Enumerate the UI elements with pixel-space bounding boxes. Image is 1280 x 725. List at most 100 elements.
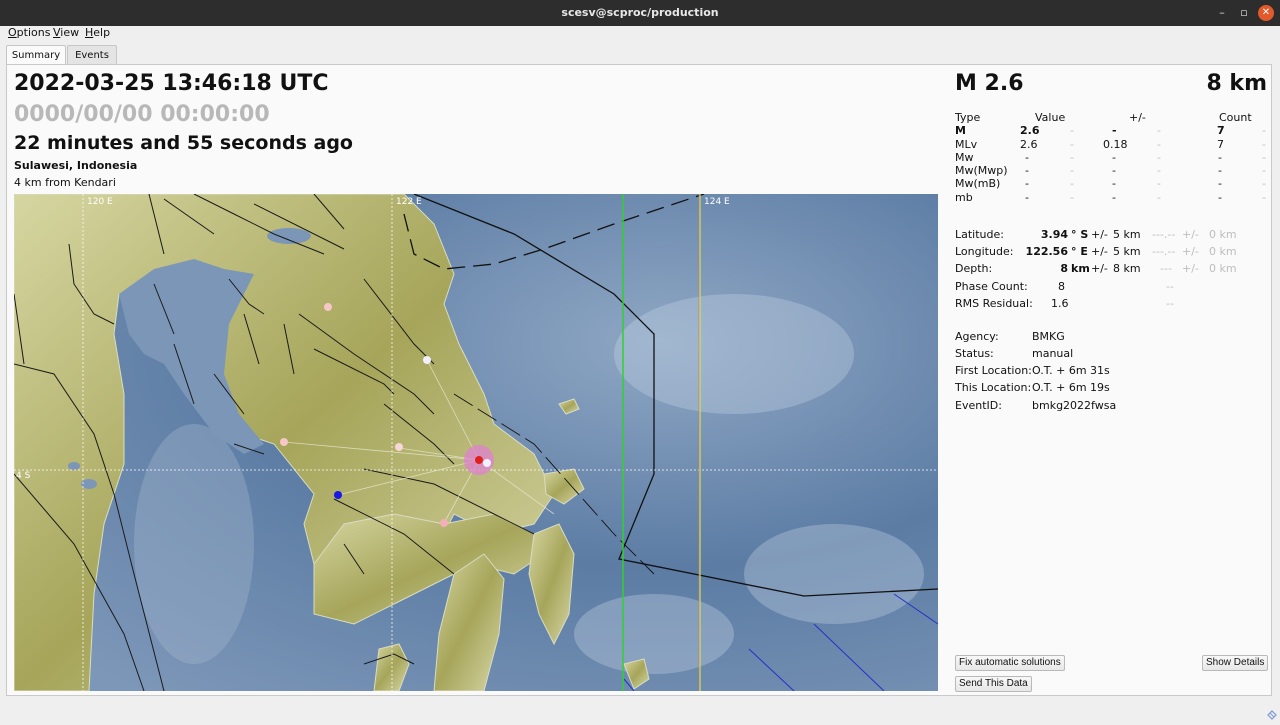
longitude-value: 122.56 xyxy=(1025,245,1068,258)
magnitude-row[interactable]: Mw - - - - - - xyxy=(955,151,1267,164)
show-details-button[interactable]: Show Details xyxy=(1202,655,1269,671)
latitude-ref-error: 0 km xyxy=(1209,228,1237,241)
separator: - xyxy=(1070,124,1074,138)
event-id-value: bmkg2022fwsa xyxy=(1032,399,1117,412)
separator: - xyxy=(1070,164,1074,178)
mag-uncertainty: - xyxy=(1112,190,1116,204)
menu-options-mnemonic: O xyxy=(8,26,17,39)
mag-count: - xyxy=(1218,164,1222,178)
depth-ref: --- xyxy=(1160,262,1172,275)
longitude-ref-pm: +/- xyxy=(1182,245,1199,258)
lake xyxy=(68,462,80,470)
depth-ref-error: 0 km xyxy=(1209,262,1237,275)
station-marker[interactable] xyxy=(395,443,403,451)
longitude-label: Longitude: xyxy=(955,245,1014,258)
longitude-error: 5 km xyxy=(1113,245,1141,258)
depth-label: Depth: xyxy=(955,262,993,275)
magnitude-row[interactable]: M 2.6 - - - 7 - xyxy=(955,124,1267,137)
mag-count: 7 xyxy=(1217,124,1225,138)
phase-count-value: 8 xyxy=(1058,280,1065,293)
latitude-unit: ° S xyxy=(1071,228,1089,241)
first-location-value: O.T. + 6m 31s xyxy=(1032,364,1110,377)
rms-residual-value: 1.6 xyxy=(1051,297,1069,310)
mag-uncertainty: - xyxy=(1112,124,1117,138)
station-marker[interactable] xyxy=(483,459,491,467)
longitude-unit: ° E xyxy=(1071,245,1088,258)
epicenter-marker[interactable] xyxy=(475,456,483,464)
mag-count: 7 xyxy=(1217,137,1224,151)
grid-label-122e: 122 E xyxy=(396,197,422,207)
depth-value: 8 xyxy=(1060,262,1068,275)
separator: - xyxy=(1262,150,1266,164)
fix-automatic-solutions-button[interactable]: Fix automatic solutions xyxy=(955,655,1065,671)
this-location-label: This Location: xyxy=(955,381,1032,394)
event-id-label: EventID: xyxy=(955,399,1002,412)
phase-count-label: Phase Count: xyxy=(955,280,1028,293)
local-time: 0000/00/00 00:00:00 xyxy=(14,102,270,127)
grid-label-124e: 124 E xyxy=(704,197,730,207)
separator: - xyxy=(1262,177,1266,191)
mag-value: - xyxy=(1025,177,1029,191)
this-location-value: O.T. + 6m 19s xyxy=(1032,381,1110,394)
separator: - xyxy=(1070,177,1074,191)
station-marker-blue[interactable] xyxy=(334,491,342,499)
mag-uncertainty: - xyxy=(1112,177,1116,191)
station-marker[interactable] xyxy=(440,519,448,527)
mag-type: Mw(Mwp) xyxy=(955,164,1008,178)
tab-events[interactable]: Events xyxy=(67,45,117,65)
separator: - xyxy=(1262,164,1266,178)
rms-residual-ref: -- xyxy=(1166,297,1174,310)
maximize-button[interactable]: ▫ xyxy=(1234,0,1254,26)
origin-time: 2022-03-25 13:46:18 UTC xyxy=(14,71,329,96)
latitude-value: 3.94 xyxy=(1040,228,1068,241)
mag-value: - xyxy=(1025,164,1029,178)
separator: - xyxy=(1157,150,1161,164)
menu-options[interactable]: Options xyxy=(8,26,50,39)
station-marker[interactable] xyxy=(423,356,431,364)
mag-uncertainty: 0.18 xyxy=(1103,137,1128,151)
menu-help[interactable]: Help xyxy=(85,26,110,39)
header-count: Count xyxy=(1219,111,1252,124)
elapsed-time: 22 minutes and 55 seconds ago xyxy=(14,132,353,154)
header-value: Value xyxy=(1035,111,1066,124)
send-this-data-button[interactable]: Send This Data xyxy=(955,676,1032,692)
mag-count: - xyxy=(1218,190,1222,204)
menu-view[interactable]: View xyxy=(53,26,79,39)
separator: - xyxy=(1262,124,1266,138)
separator: - xyxy=(1262,190,1266,204)
header-uncertainty: +/- xyxy=(1129,111,1146,124)
separator: - xyxy=(1070,137,1074,151)
nearest-city: 4 km from Kendari xyxy=(14,176,116,189)
latitude-label: Latitude: xyxy=(955,228,1004,241)
mag-count: - xyxy=(1218,150,1222,164)
latitude-error: 5 km xyxy=(1113,228,1141,241)
magnitude-table-header: Type Value +/- Count xyxy=(955,111,1267,124)
separator: - xyxy=(1157,190,1161,204)
mag-type: Mw xyxy=(955,150,974,164)
magnitude-row[interactable]: Mw(Mwp) - - - - - - xyxy=(955,164,1267,177)
separator: - xyxy=(1262,137,1266,151)
minimize-button[interactable]: – xyxy=(1212,0,1232,26)
status-value: manual xyxy=(1032,347,1074,360)
mag-value: - xyxy=(1025,150,1029,164)
station-marker[interactable] xyxy=(280,438,288,446)
rms-residual-label: RMS Residual: xyxy=(955,297,1033,310)
longitude-pm: +/- xyxy=(1091,245,1108,258)
header-type: Type xyxy=(955,111,981,124)
longitude-ref: ---.-- xyxy=(1152,245,1176,258)
mag-type: M xyxy=(955,124,966,138)
magnitude-row[interactable]: MLv 2.6 - 0.18 - 7 - xyxy=(955,138,1267,151)
station-marker[interactable] xyxy=(324,303,332,311)
map-canvas[interactable]: 120 E 122 E 124 E 4 S xyxy=(14,194,938,691)
close-button[interactable]: ✕ xyxy=(1258,5,1274,21)
magnitude-row[interactable]: mb - - - - - - xyxy=(955,191,1267,204)
event-map[interactable]: 120 E 122 E 124 E 4 S xyxy=(14,194,938,691)
depth-pm: +/- xyxy=(1091,262,1108,275)
tab-summary[interactable]: Summary xyxy=(6,45,66,66)
region-name: Sulawesi, Indonesia xyxy=(14,159,138,172)
connection-icon xyxy=(1266,706,1278,720)
mag-value: 2.6 xyxy=(1020,137,1038,151)
mag-value: - xyxy=(1025,190,1029,204)
latitude-ref: ---.-- xyxy=(1152,228,1176,241)
magnitude-row[interactable]: Mw(mB) - - - - - - xyxy=(955,177,1267,190)
